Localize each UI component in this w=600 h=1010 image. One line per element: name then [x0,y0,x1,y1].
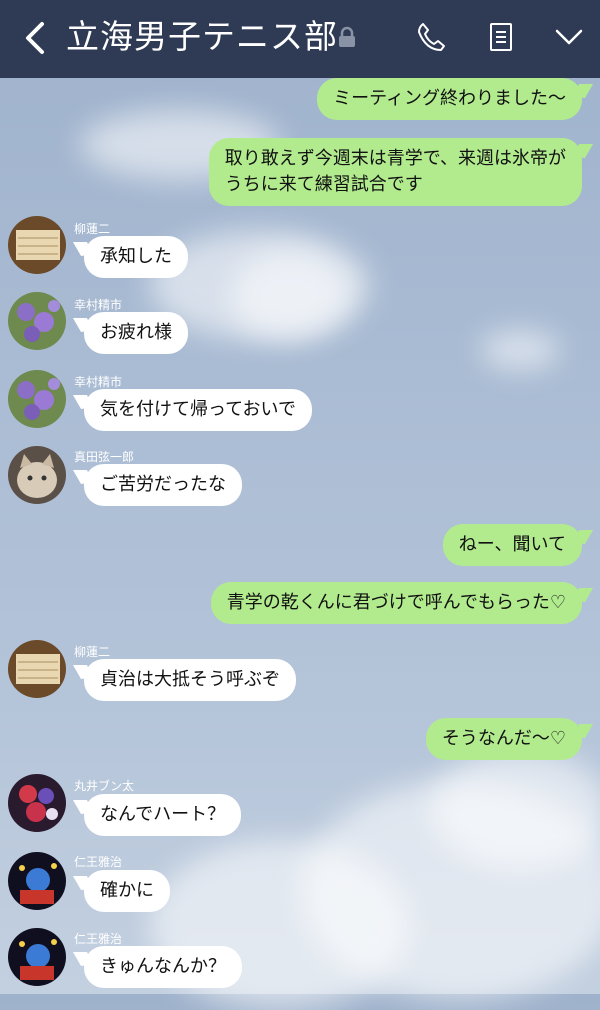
chevron-left-icon[interactable] [18,18,54,58]
sender-name: 仁王雅治 [74,855,123,869]
outgoing-message[interactable]: 取り敢えず今週末は青学で、来週は氷帝が うちに来て練習試合です [208,138,582,206]
message-text: ご苦労だったな [100,474,226,495]
avatar[interactable] [8,852,66,910]
chat-header: 立海男子テニス部 [0,0,600,78]
sender-name: 丸井ブン太 [74,779,135,793]
message-text: 承知した [100,246,172,267]
incoming-message[interactable]: 承知した [84,236,188,278]
message-text: なんでハート？ [100,804,226,825]
sender-name: 柳蓮二 [74,222,111,236]
background-cloud [480,330,560,370]
incoming-message[interactable]: 気を付けて帰っておいで [84,389,313,431]
outgoing-message[interactable]: ミーティング終わりました〜 [317,78,582,120]
message-text-line: 取り敢えず今週末は青学で、来週は氷帝が [224,148,566,169]
incoming-message[interactable]: きゅんなんか？ [84,946,242,988]
lock-icon [339,26,355,47]
phone-icon[interactable] [414,20,448,54]
incoming-message[interactable]: 確かに [84,870,170,912]
avatar[interactable] [8,446,66,504]
background-cloud [230,250,350,340]
avatar[interactable] [8,370,66,428]
avatar[interactable] [8,216,66,274]
incoming-message[interactable]: 貞治は大抵そう呼ぶぞ [84,659,296,701]
outgoing-message[interactable]: そうなんだ〜♡ [425,718,582,760]
message-text: お疲れ様 [100,322,172,343]
message-text: 確かに [100,880,154,901]
avatar[interactable] [8,774,66,832]
message-text: 貞治は大抵そう呼ぶぞ [100,669,280,690]
sender-name: 柳蓮二 [74,645,111,659]
message-text: ミーティング終わりました〜 [333,88,566,109]
avatar[interactable] [8,292,66,350]
chevron-down-icon[interactable] [552,20,586,54]
message-text-line: うちに来て練習試合です [224,174,423,195]
incoming-message[interactable]: お疲れ様 [84,312,188,354]
outgoing-message[interactable]: ねー、聞いて [442,524,582,566]
sender-name: 幸村精市 [74,375,123,389]
chat-title: 立海男子テニス部 [66,17,338,56]
message-text: 青学の乾くんに君づけで呼んでもらった♡ [226,592,566,613]
incoming-message[interactable]: ご苦労だったな [84,464,242,506]
background-cloud [430,750,600,870]
incoming-message[interactable]: なんでハート？ [84,794,242,836]
message-text: 気を付けて帰っておいで [100,399,297,420]
message-text: そうなんだ〜♡ [441,728,566,749]
outgoing-message[interactable]: 青学の乾くんに君づけで呼んでもらった♡ [210,582,582,624]
message-text: ねー、聞いて [458,534,566,555]
avatar[interactable] [8,640,66,698]
notes-icon[interactable] [484,20,518,54]
message-text: きゅんなんか？ [100,956,226,977]
avatar[interactable] [8,928,66,986]
sender-name: 真田弦一郎 [74,450,135,464]
sender-name: 仁王雅治 [74,932,123,946]
sender-name: 幸村精市 [74,298,123,312]
